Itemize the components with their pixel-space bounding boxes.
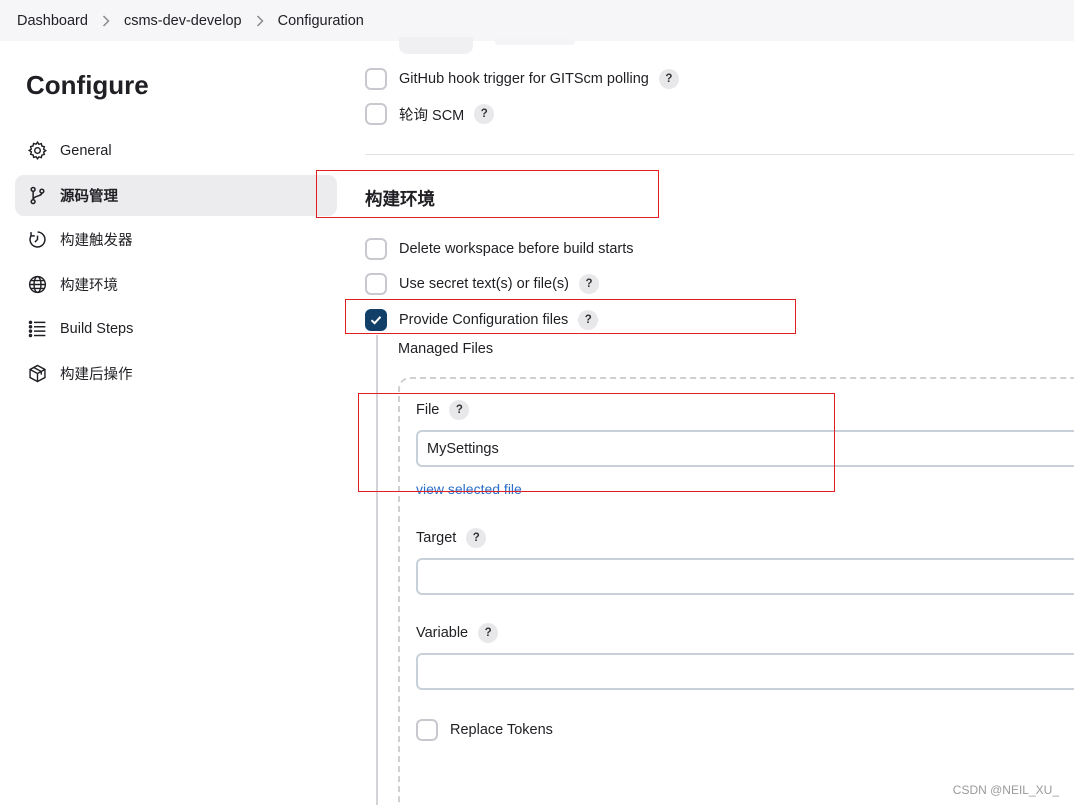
clipped-text	[495, 39, 575, 45]
sidebar-item-build-environment[interactable]: 构建环境	[15, 264, 337, 305]
main-content: GitHub hook trigger for GITScm polling ?…	[365, 37, 1074, 805]
sidebar-item-label: 构建触发器	[60, 233, 133, 249]
chevron-right-icon	[256, 14, 264, 27]
section-title: 构建环境	[365, 189, 435, 209]
provide-config-label: Provide Configuration files	[399, 312, 569, 328]
delete-workspace-label: Delete workspace before build starts	[399, 241, 634, 257]
watermark: CSDN @NEIL_XU_	[952, 783, 1059, 797]
section-divider	[365, 154, 1074, 155]
variable-input[interactable]	[416, 653, 1074, 690]
target-input[interactable]	[416, 558, 1074, 595]
sidebar-item-label: 构建环境	[60, 277, 118, 294]
target-label-row: Target ?	[416, 528, 487, 548]
file-label-row: File ?	[416, 400, 470, 420]
package-icon	[26, 362, 48, 384]
target-label: Target	[416, 530, 457, 546]
sidebar-item-label: 构建后操作	[60, 366, 133, 383]
sidebar-item-build-steps[interactable]: Build Steps	[15, 308, 337, 349]
file-label: File	[416, 402, 440, 418]
delete-workspace-row: Delete workspace before build starts	[365, 238, 634, 260]
breadcrumb-project[interactable]: csms-dev-develop	[124, 13, 242, 29]
github-hook-row: GitHub hook trigger for GITScm polling ?	[365, 68, 679, 90]
sidebar-item-post-build[interactable]: 构建后操作	[15, 353, 337, 394]
delete-workspace-checkbox[interactable]	[365, 238, 387, 260]
sidebar-item-label: General	[60, 142, 112, 159]
help-icon[interactable]: ?	[466, 528, 487, 548]
poll-scm-row: 轮询 SCM ?	[365, 103, 495, 125]
file-select[interactable]	[416, 430, 1074, 467]
replace-tokens-row: Replace Tokens	[416, 719, 553, 741]
help-icon[interactable]: ?	[579, 274, 599, 294]
sidebar-item-label: 源码管理	[60, 188, 118, 205]
checkmark-icon	[370, 316, 382, 325]
clock-icon	[26, 229, 48, 251]
gear-icon	[26, 140, 48, 162]
sidebar-item-general[interactable]: General	[15, 130, 337, 171]
sidebar-item-build-triggers[interactable]: 构建触发器	[15, 219, 337, 260]
github-hook-label: GitHub hook trigger for GITScm polling	[399, 71, 649, 87]
view-selected-file-link[interactable]: view selected file	[416, 481, 522, 497]
page-title: Configure	[26, 70, 149, 100]
help-icon[interactable]: ?	[474, 104, 495, 124]
secret-text-label: Use secret text(s) or file(s)	[399, 276, 569, 292]
poll-scm-label: 轮询 SCM	[399, 107, 465, 124]
list-icon	[26, 318, 48, 340]
branch-icon	[26, 184, 48, 206]
github-hook-checkbox[interactable]	[365, 68, 387, 90]
help-icon[interactable]: ?	[578, 310, 599, 330]
breadcrumb-configuration[interactable]: Configuration	[278, 13, 364, 29]
managed-files-label: Managed Files	[398, 341, 494, 357]
breadcrumb: Dashboard csms-dev-develop Configuration	[0, 0, 1074, 41]
help-icon[interactable]: ?	[449, 400, 470, 420]
replace-tokens-checkbox[interactable]	[416, 719, 438, 741]
variable-label-row: Variable ?	[416, 623, 499, 643]
sidebar-item-label: Build Steps	[60, 320, 134, 337]
help-icon[interactable]: ?	[658, 69, 679, 89]
sidebar-item-source-management[interactable]: 源码管理	[15, 174, 337, 216]
provide-config-row: Provide Configuration files ?	[365, 309, 599, 331]
variable-label: Variable	[416, 625, 469, 641]
secret-text-checkbox[interactable]	[365, 273, 387, 295]
sidebar-nav: General 源码管理 构建触发器 构建环境 Build Steps 构建后操…	[15, 130, 337, 397]
nested-indent-line	[376, 335, 378, 805]
chevron-right-icon	[102, 14, 110, 27]
clipped-field	[399, 37, 473, 54]
poll-scm-checkbox[interactable]	[365, 103, 387, 125]
replace-tokens-label: Replace Tokens	[450, 722, 553, 738]
secret-text-row: Use secret text(s) or file(s) ?	[365, 273, 599, 295]
provide-config-checkbox[interactable]	[365, 309, 387, 331]
globe-icon	[26, 273, 48, 295]
help-icon[interactable]: ?	[478, 623, 499, 643]
breadcrumb-dashboard[interactable]: Dashboard	[17, 13, 88, 29]
